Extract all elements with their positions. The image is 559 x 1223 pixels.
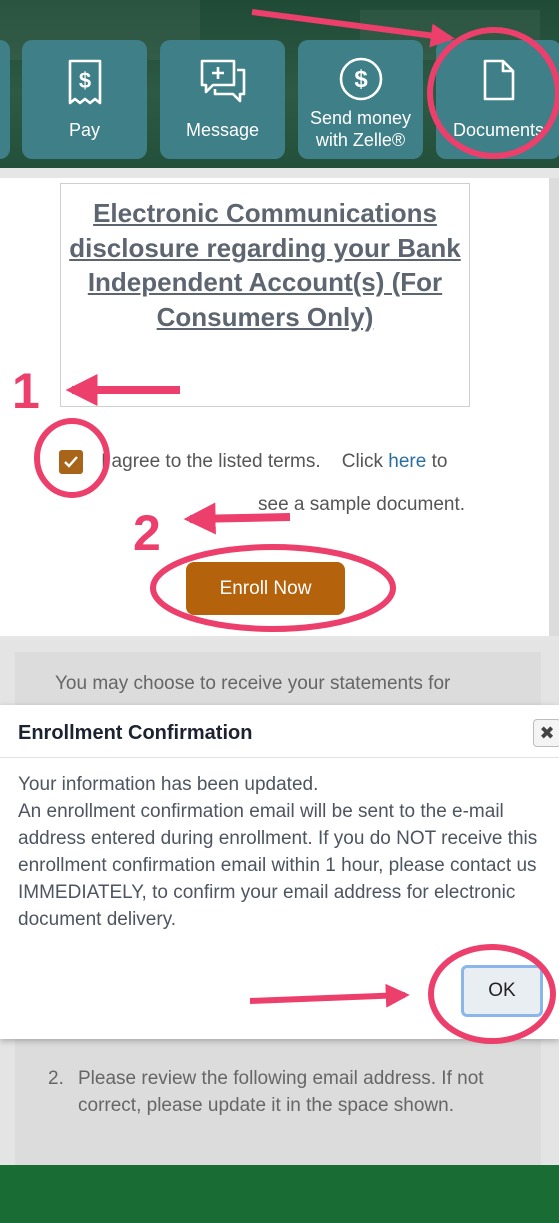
statements-text: You may choose to receive your statement…: [55, 673, 451, 694]
dialog-title: Enrollment Confirmation: [18, 722, 253, 744]
quick-action-label: Documents: [452, 120, 545, 140]
click-label: Click: [341, 451, 383, 472]
dialog-divider: [0, 757, 559, 758]
annotation-step-2: 2: [133, 505, 161, 561]
checkmark-icon: [64, 456, 78, 468]
quick-action-message[interactable]: Message: [160, 40, 285, 159]
app-header: $ Pay Message $ Send money with Zelle® D…: [0, 0, 559, 168]
close-icon[interactable]: ✖: [533, 719, 559, 747]
step-text: Please review the following email addres…: [78, 1068, 484, 1116]
dollar-circle-icon: $: [298, 56, 423, 104]
quick-action-label: Message: [185, 120, 260, 140]
dialog-line-1: Your information has been updated.: [18, 774, 319, 795]
document-icon: [436, 58, 559, 106]
receipt-dollar-icon: $: [22, 58, 147, 106]
quick-action-partial[interactable]: [0, 40, 10, 159]
step-number: 2.: [48, 1068, 64, 1089]
svg-text:$: $: [354, 66, 368, 93]
sample-document-text: see a sample document.: [258, 494, 466, 515]
enroll-now-button[interactable]: Enroll Now: [186, 562, 345, 615]
quick-action-zelle[interactable]: $ Send money with Zelle®: [298, 40, 423, 159]
quick-action-pay[interactable]: $ Pay: [22, 40, 147, 159]
svg-text:$: $: [78, 68, 90, 93]
card-edge: [549, 178, 559, 636]
enrollment-confirmation-dialog: Enrollment Confirmation ✖ Your informati…: [0, 705, 559, 1039]
dialog-body: Your information has been updated. An en…: [18, 771, 548, 933]
annotation-step-1: 1: [12, 363, 40, 419]
quick-action-documents[interactable]: Documents: [436, 40, 559, 159]
agree-text: I agree to the listed terms. Click here …: [101, 448, 447, 476]
chat-plus-icon: [160, 58, 285, 106]
disclosure-title[interactable]: Electronic Communications disclosure reg…: [61, 196, 469, 334]
agree-checkbox[interactable]: [59, 450, 83, 474]
agree-label: I agree to the listed terms.: [101, 451, 321, 472]
ok-button[interactable]: OK: [461, 965, 543, 1017]
disclosure-card: Electronic Communications disclosure reg…: [0, 178, 549, 636]
quick-action-label: Pay: [68, 120, 101, 140]
sample-document-link[interactable]: here: [388, 451, 426, 472]
link-suffix: to: [431, 451, 448, 472]
footer-bar: [0, 1165, 559, 1223]
dialog-line-2: An enrollment confirmation email will be…: [18, 801, 538, 930]
disclosure-scroll-box[interactable]: Electronic Communications disclosure reg…: [60, 183, 470, 407]
quick-action-label: Send money with Zelle®: [309, 108, 412, 150]
